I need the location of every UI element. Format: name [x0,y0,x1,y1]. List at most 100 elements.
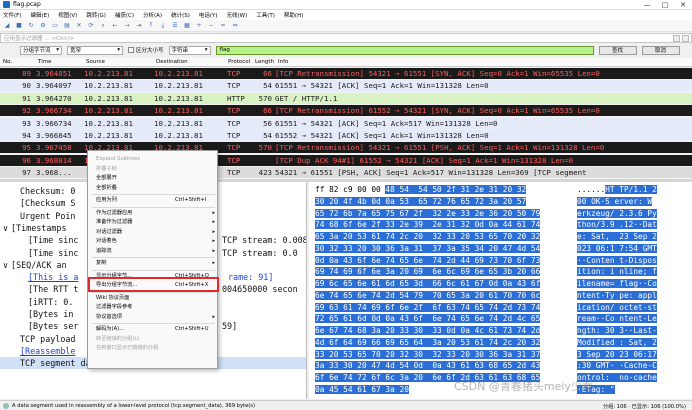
menu-item[interactable]: 追踪流 ▸ [88,247,219,257]
detail-line[interactable]: Urgent Poin [0,210,75,222]
menu-item[interactable]: 全部展开 [88,174,219,184]
menu-statistics[interactable]: 统计(S) [171,11,190,19]
col-time[interactable]: Time [38,59,51,65]
menu-edit[interactable]: 编辑(E) [30,11,49,19]
search-encoding-select[interactable]: 宽窄 ▾ [67,45,123,55]
case-sensitive-checkbox[interactable]: 区分大小写 [128,46,164,54]
display-filter-bar[interactable]: 应用显示过滤器 … <Ctrl-/> [0,33,692,43]
menu-item[interactable]: 对话过滤器 ▸ [88,228,219,238]
menu-item[interactable]: 解码为(A)... Ctrl+Shift+U [88,325,219,335]
col-length[interactable]: Length [255,59,274,65]
detail-line[interactable]: [Time sinc TCP stream: 0.0084 [0,234,306,246]
menu-view[interactable]: 视图(V) [58,11,77,19]
menu-analyze[interactable]: 分析(A) [143,11,162,19]
open-file-icon[interactable]: ▭ [51,22,59,30]
expand-chevron-icon[interactable]: ∨ [3,260,8,270]
last-packet-icon[interactable]: ⤓ [159,22,167,30]
detail-line[interactable]: ∨ [SEQ/ACK an [0,259,67,271]
byte-line[interactable]: 33 20 53 65 70 20 32 30 32 33 20 30 36 3… [309,349,692,361]
packet-row[interactable]: 93 3.966734 10.2.213.81 10.2.213.81 TCP 56 615… [0,117,692,129]
col-protocol[interactable]: Protocol [228,59,250,65]
search-type-select[interactable]: 字符串 ▾ [168,45,211,55]
go-to-packet-icon[interactable]: ⇥ [135,22,143,30]
byte-line[interactable]: 69 63 61 74 69 6f 6e 2f 6f 63 74 65 74 2… [309,302,692,314]
close-button[interactable]: ✕ [674,0,692,10]
find-packet-icon[interactable]: ⌕ [99,22,107,30]
packet-row[interactable]: 90 3.964097 10.2.213.81 10.2.213.81 TCP 54 615… [0,80,692,92]
byte-line[interactable]: 65 72 6b 7a 65 75 67 2f 32 2e 33 2e 36 2… [309,208,692,220]
byte-line[interactable]: ff 82 c9 00 00 48 54 54 50 2f 31 2e 31 2… [309,184,692,196]
menu-telephony[interactable]: 电话(Y) [199,11,218,19]
display-filter-input[interactable]: 应用显示过滤器 … <Ctrl-/> [4,34,74,42]
minimize-button[interactable]: — [638,0,656,10]
zoom-in-icon[interactable]: + [195,22,203,30]
byte-line[interactable]: 65 3a 20 53 61 74 2c 20 32 33 20 53 65 7… [309,231,692,243]
menu-item[interactable]: 过滤器字段参考 [88,303,219,313]
detail-line[interactable]: [Bytes ser 59] [0,320,237,332]
shark-fin-start-icon[interactable]: ◢ [3,22,11,30]
menu-wireless[interactable]: 无线(W) [227,11,248,19]
save-file-icon[interactable]: ▤ [63,22,71,30]
detail-line[interactable]: [Bytes in [0,308,73,320]
col-source[interactable]: Source [86,59,105,65]
close-file-icon[interactable]: ✕ [75,22,83,30]
menu-item[interactable]: 作为过滤器应用 ▸ [88,209,219,219]
menu-file[interactable]: 文件(F) [3,11,21,19]
menu-help[interactable]: 帮助(H) [284,11,303,19]
detail-line[interactable]: TCP payload [0,333,75,345]
menu-item[interactable]: 全部折叠 [88,184,219,194]
byte-line[interactable]: 30 32 33 20 30 36 3a 31 37 3a 35 34 20 4… [309,243,692,255]
search-input[interactable]: flag [215,45,594,55]
menu-item[interactable]: 准备作为过滤器 ▸ [88,218,219,228]
autoscroll-icon[interactable]: ☰ [171,22,179,30]
colorize-icon[interactable]: ▦ [183,22,191,30]
col-info[interactable]: Info [278,59,288,65]
byte-line[interactable]: 30 20 4f 4b 0d 0a 53 65 72 76 65 72 3a 2… [309,196,692,208]
search-scope-select[interactable]: 分组字节流 ▾ [20,45,62,55]
stop-capture-icon[interactable]: ■ [15,22,23,30]
zoom-out-icon[interactable]: − [207,22,215,30]
detail-line[interactable]: [Checksum S [0,197,75,209]
byte-line[interactable]: 3a 33 30 20 47 4d 54 0d 0a 43 61 63 68 6… [309,360,692,372]
normal-size-icon[interactable]: = [219,22,227,30]
byte-line[interactable]: 0d 0a 43 6f 6e 74 65 6e 74 2d 44 69 73 7… [309,255,692,267]
col-destination[interactable]: Destination [156,59,188,65]
filter-apply-icon[interactable] [682,35,689,42]
detail-line[interactable]: [Reassemble [0,345,75,357]
col-no[interactable]: No. [3,59,12,65]
detail-line[interactable]: ∨ [Timestamps [0,222,67,234]
byte-line[interactable]: 72 65 61 6d 0d 0a 43 6f 6e 74 65 6e 74 2… [309,313,692,325]
capture-options-icon[interactable]: ⚙ [39,22,47,30]
go-forward-icon[interactable]: → [123,22,131,30]
expert-info-icon[interactable] [3,402,9,409]
go-back-icon[interactable]: ← [111,22,119,30]
restart-capture-icon[interactable]: ↻ [27,22,35,30]
byte-line[interactable]: 74 68 6f 6e 2f 33 2e 39 2e 31 32 0d 0a 4… [309,219,692,231]
detail-line[interactable]: [The RTT t 004650000 secon [0,283,298,295]
byte-line[interactable]: 69 74 69 6f 6e 3a 20 69 6e 6c 69 6e 65 3… [309,266,692,278]
resize-columns-icon[interactable]: ⇔ [231,22,239,30]
packet-row[interactable]: 92 3.966734 10.2.213.81 10.2.213.81 TCP 66 [TC… [0,105,692,117]
byte-line[interactable]: 4d 6f 64 69 66 69 65 64 3a 20 53 61 74 2… [309,337,692,349]
detail-line[interactable]: [This is a rame: 91] [0,271,273,283]
packet-row[interactable]: 94 3.966845 10.2.213.81 10.2.213.81 TCP 54 615… [0,130,692,141]
menu-item[interactable]: 复制 ▸ [88,259,219,269]
maximize-button[interactable]: □ [656,0,674,10]
menu-go[interactable]: 跳转(G) [86,11,106,19]
menu-item[interactable]: 协议首选项 ▸ [88,313,219,323]
menu-tools[interactable]: 工具(T) [256,11,275,19]
detail-line[interactable]: [Time sinc TCP stream: 0.0 [0,247,298,259]
find-button[interactable]: 查找 [598,45,637,55]
byte-line[interactable]: 69 6c 65 6e 61 6d 65 3d 66 6c 61 67 0d 0… [309,278,692,290]
expand-chevron-icon[interactable]: ∨ [3,223,8,233]
reload-icon[interactable]: ⟳ [87,22,95,30]
menu-item[interactable]: 应用为列 Ctrl+Shift+I [88,196,219,206]
detail-line[interactable]: Checksum: 0 [0,185,75,197]
packet-row[interactable]: 91 3.964270 10.2.213.81 10.2.213.81 HTTP 570 G… [0,92,692,104]
packet-row[interactable]: 89 3.964051 10.2.213.81 10.2.213.81 TCP 66 [TC… [0,68,692,79]
byte-line[interactable]: 6e 74 65 6e 74 2d 54 79 70 65 3a 20 61 7… [309,290,692,302]
cancel-button[interactable]: 取消 [641,45,680,55]
menu-capture[interactable]: 捕获(C) [115,11,134,19]
menu-item[interactable]: Wiki 协议页面 [88,294,219,304]
menu-item[interactable]: 对话着色 ▸ [88,237,219,247]
